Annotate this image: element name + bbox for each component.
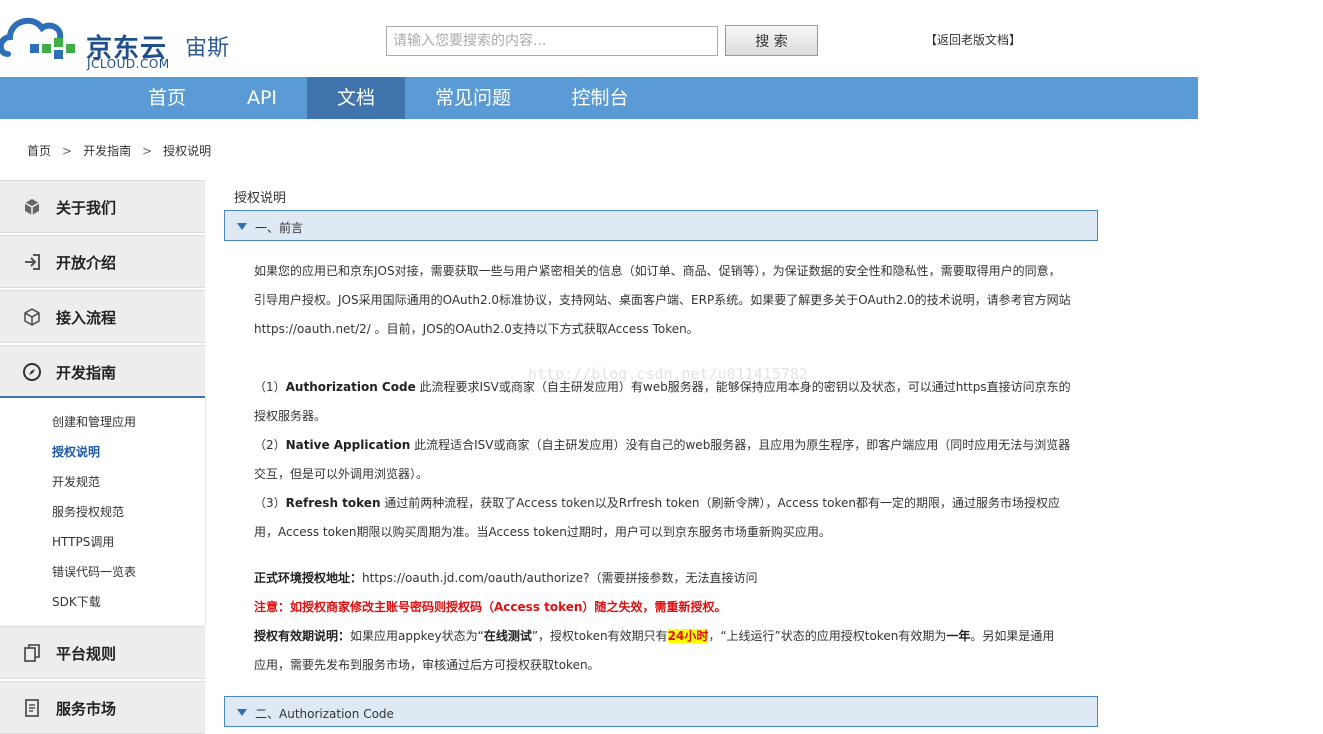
copy-icon — [24, 644, 40, 662]
compass-icon — [23, 363, 41, 381]
breadcrumb-dev-guide[interactable]: 开发指南 — [83, 142, 131, 159]
sidebar-item-intro[interactable]: 开放介绍 — [0, 235, 205, 288]
sidebar-item-about[interactable]: 关于我们 — [0, 180, 205, 233]
mode-line: 交互，但是可以外调用浏览器）。 — [254, 467, 429, 481]
intro-line: 引导用户授权。JOS采用国际通用的OAuth2.0标准协议，支持网站、桌面客户端… — [254, 293, 1071, 307]
nav-api[interactable]: API — [226, 77, 298, 119]
mode-line: （2）Native Application 此流程适合ISV或商家（自主研发应用… — [254, 438, 1071, 452]
section-title: 二、Authorization Code — [255, 707, 394, 721]
caret-down-icon — [237, 223, 247, 230]
cube-icon — [24, 308, 40, 326]
jcloud-logo[interactable]: 京东云 宙斯 JCLOUD.COM — [0, 8, 240, 71]
sidebar-item-label: 服务市场 — [56, 700, 117, 718]
highlight-24h: 24小时 — [667, 629, 709, 643]
sign-in-icon — [25, 254, 40, 270]
sidebar-sub-service-auth[interactable]: 服务授权规范 — [52, 503, 124, 520]
mode-name: Refresh token — [285, 496, 381, 510]
auth-url-label: 正式环境授权地址： — [254, 571, 363, 585]
breadcrumb-current: 授权说明 — [163, 144, 212, 158]
auth-url-line: 正式环境授权地址：https://oauth.jd.com/oauth/auth… — [254, 564, 1074, 593]
mode-line: （1）Authorization Code 此流程要求ISV或商家（自主研发应用… — [254, 380, 1071, 394]
sidebar-item-platform-rules[interactable]: 平台规则 — [0, 626, 205, 679]
sidebar-sub-sdk[interactable]: SDK下载 — [52, 593, 101, 610]
breadcrumb: 首页 > 开发指南 > 授权说明 — [27, 142, 211, 159]
nav-docs[interactable]: 文档 — [307, 77, 405, 119]
mode-name: Native Application — [285, 438, 411, 452]
mode-line: （3）Refresh token 通过前两种流程，获取了Access token… — [254, 496, 1060, 510]
chevron-right-icon: > — [142, 144, 153, 158]
box-icon — [24, 199, 40, 215]
notice-text: 注意：如授权商家修改主账号密码则授权码（Access token）随之失效，需重… — [254, 600, 727, 614]
nav-home[interactable]: 首页 — [128, 77, 206, 119]
auth-details: 正式环境授权地址：https://oauth.jd.com/oauth/auth… — [254, 564, 1074, 680]
sidebar-sub-error-codes[interactable]: 错误代码一览表 — [52, 563, 136, 580]
old-docs-link[interactable]: 【返回老版文档】 — [925, 31, 1021, 48]
section-title: 一、前言 — [255, 221, 304, 235]
chevron-right-icon: > — [62, 144, 73, 158]
search-input[interactable] — [386, 26, 718, 56]
sidebar-item-service-market[interactable]: 服务市场 — [0, 681, 205, 734]
sidebar-item-label: 开发指南 — [56, 364, 117, 382]
sidebar-item-label: 接入流程 — [56, 309, 117, 327]
cloud-logo-icon — [0, 17, 75, 59]
brand-name-en: JCLOUD.COM — [87, 57, 170, 71]
sidebar-sub-auth[interactable]: 授权说明 — [52, 443, 100, 460]
caret-down-icon — [237, 709, 247, 716]
sidebar-sub-dev-spec[interactable]: 开发规范 — [52, 473, 100, 490]
sidebar-sub-https[interactable]: HTTPS调用 — [52, 533, 114, 550]
mode-name: Authorization Code — [285, 380, 416, 394]
section-header-auth-code[interactable]: 二、Authorization Code — [224, 696, 1098, 727]
sidebar-item-dev-guide[interactable]: 开发指南 — [0, 345, 205, 398]
validity-line: 授权有效期说明：如果应用appkey状态为“在线测试”，授权token有效期只有… — [254, 629, 1055, 643]
mode-line: 用，Access token期限以购买周期为准。当Access token过期时… — [254, 525, 831, 539]
nav-console[interactable]: 控制台 — [555, 77, 645, 119]
mode-line: 授权服务器。 — [254, 409, 327, 423]
intro-paragraph: 如果您的应用已和京东JOS对接，需要获取一些与用户紧密相关的信息（如订单、商品、… — [254, 257, 1074, 344]
nav-faq[interactable]: 常见问题 — [420, 77, 526, 119]
sidebar-item-access-flow[interactable]: 接入流程 — [0, 290, 205, 343]
sidebar-sub-list: 创建和管理应用 授权说明 开发规范 服务授权规范 HTTPS调用 错误代码一览表… — [0, 398, 206, 626]
auth-url[interactable]: https://oauth.jd.com/oauth/authorize?（需要… — [362, 571, 757, 585]
auth-modes: （1）Authorization Code 此流程要求ISV或商家（自主研发应用… — [254, 373, 1074, 547]
brand-product: 宙斯 — [185, 36, 230, 61]
search-button[interactable]: 搜 索 — [725, 25, 818, 56]
document-list-icon — [25, 699, 39, 717]
main-nav: 首页 API 文档 常见问题 控制台 — [0, 77, 1198, 119]
breadcrumb-home[interactable]: 首页 — [27, 142, 51, 159]
intro-line: 如果您的应用已和京东JOS对接，需要获取一些与用户紧密相关的信息（如订单、商品、… — [254, 264, 1061, 278]
validity-label: 授权有效期说明： — [254, 629, 351, 643]
sidebar-sub-create-app[interactable]: 创建和管理应用 — [52, 413, 136, 430]
sidebar-item-label: 平台规则 — [56, 645, 117, 663]
page-title: 授权说明 — [234, 191, 287, 206]
validity-line-2: 应用，需要先发布到服务市场，审核通过后方可授权获取token。 — [254, 658, 600, 672]
intro-line: https://oauth.net/2/ 。目前，JOS的OAuth2.0支持以… — [254, 322, 699, 336]
sidebar-item-label: 关于我们 — [56, 199, 117, 217]
sidebar-item-label: 开放介绍 — [56, 254, 117, 272]
section-header-preface[interactable]: 一、前言 — [224, 210, 1098, 241]
